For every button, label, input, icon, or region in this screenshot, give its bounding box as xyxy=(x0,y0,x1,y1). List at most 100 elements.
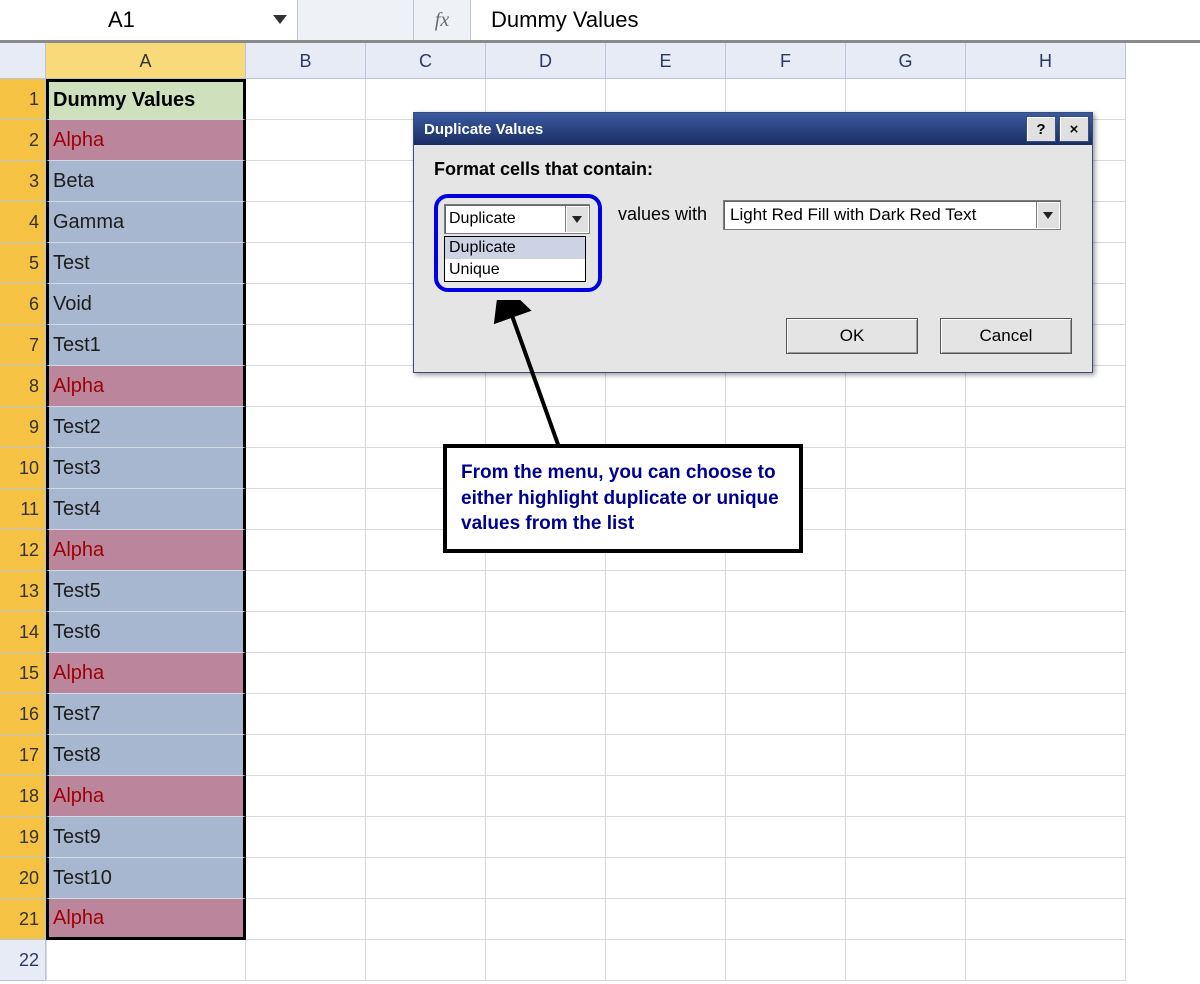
cell-C14[interactable] xyxy=(366,612,486,653)
column-header-D[interactable]: D xyxy=(486,43,606,79)
row-header-6[interactable]: 6 xyxy=(0,284,46,325)
row-header-8[interactable]: 8 xyxy=(0,366,46,407)
cell-B18[interactable] xyxy=(246,776,366,817)
row-header-22[interactable]: 22 xyxy=(0,940,46,981)
cell-B3[interactable] xyxy=(246,161,366,202)
column-header-B[interactable]: B xyxy=(246,43,366,79)
cell-B5[interactable] xyxy=(246,243,366,284)
row-header-16[interactable]: 16 xyxy=(0,694,46,735)
cell-E9[interactable] xyxy=(606,407,726,448)
cell-B2[interactable] xyxy=(246,120,366,161)
cell-C13[interactable] xyxy=(366,571,486,612)
column-header-F[interactable]: F xyxy=(726,43,846,79)
cell-A4[interactable]: Gamma xyxy=(46,202,246,243)
cell-H13[interactable] xyxy=(966,571,1126,612)
cell-F22[interactable] xyxy=(726,940,846,981)
cell-B10[interactable] xyxy=(246,448,366,489)
cell-A10[interactable]: Test3 xyxy=(46,448,246,489)
cell-A21[interactable]: Alpha xyxy=(46,899,246,940)
column-header-E[interactable]: E xyxy=(606,43,726,79)
cell-H17[interactable] xyxy=(966,735,1126,776)
row-header-19[interactable]: 19 xyxy=(0,817,46,858)
cell-B21[interactable] xyxy=(246,899,366,940)
cell-B1[interactable] xyxy=(246,79,366,120)
ok-button[interactable]: OK xyxy=(786,318,918,354)
cell-C16[interactable] xyxy=(366,694,486,735)
cell-A3[interactable]: Beta xyxy=(46,161,246,202)
cell-B8[interactable] xyxy=(246,366,366,407)
cell-A5[interactable]: Test xyxy=(46,243,246,284)
cell-D19[interactable] xyxy=(486,817,606,858)
cell-F19[interactable] xyxy=(726,817,846,858)
cell-H16[interactable] xyxy=(966,694,1126,735)
cell-B14[interactable] xyxy=(246,612,366,653)
row-header-11[interactable]: 11 xyxy=(0,489,46,530)
cell-H22[interactable] xyxy=(966,940,1126,981)
cell-D18[interactable] xyxy=(486,776,606,817)
cell-B15[interactable] xyxy=(246,653,366,694)
cell-B9[interactable] xyxy=(246,407,366,448)
cell-C21[interactable] xyxy=(366,899,486,940)
column-header-C[interactable]: C xyxy=(366,43,486,79)
dropdown-button-icon[interactable] xyxy=(565,206,588,232)
cell-A15[interactable]: Alpha xyxy=(46,653,246,694)
cell-B4[interactable] xyxy=(246,202,366,243)
cell-A12[interactable]: Alpha xyxy=(46,530,246,571)
cell-E22[interactable] xyxy=(606,940,726,981)
cell-B13[interactable] xyxy=(246,571,366,612)
cell-H9[interactable] xyxy=(966,407,1126,448)
cell-E20[interactable] xyxy=(606,858,726,899)
cell-D20[interactable] xyxy=(486,858,606,899)
cell-E17[interactable] xyxy=(606,735,726,776)
cell-D21[interactable] xyxy=(486,899,606,940)
row-header-20[interactable]: 20 xyxy=(0,858,46,899)
cell-B12[interactable] xyxy=(246,530,366,571)
fx-icon[interactable]: fx xyxy=(414,0,471,40)
cell-E14[interactable] xyxy=(606,612,726,653)
row-header-2[interactable]: 2 xyxy=(0,120,46,161)
cell-A8[interactable]: Alpha xyxy=(46,366,246,407)
cell-G16[interactable] xyxy=(846,694,966,735)
cell-F14[interactable] xyxy=(726,612,846,653)
cell-D9[interactable] xyxy=(486,407,606,448)
cell-A13[interactable]: Test5 xyxy=(46,571,246,612)
cell-F17[interactable] xyxy=(726,735,846,776)
row-header-15[interactable]: 15 xyxy=(0,653,46,694)
cell-A16[interactable]: Test7 xyxy=(46,694,246,735)
cell-A11[interactable]: Test4 xyxy=(46,489,246,530)
row-header-18[interactable]: 18 xyxy=(0,776,46,817)
cell-H15[interactable] xyxy=(966,653,1126,694)
cell-H20[interactable] xyxy=(966,858,1126,899)
cell-D16[interactable] xyxy=(486,694,606,735)
cell-A7[interactable]: Test1 xyxy=(46,325,246,366)
cell-B11[interactable] xyxy=(246,489,366,530)
cell-F9[interactable] xyxy=(726,407,846,448)
dialog-titlebar[interactable]: Duplicate Values ? × xyxy=(414,113,1092,145)
name-box[interactable]: A1 xyxy=(0,0,298,40)
cell-H14[interactable] xyxy=(966,612,1126,653)
condition-option-unique[interactable]: Unique xyxy=(445,259,585,281)
cell-G22[interactable] xyxy=(846,940,966,981)
cell-E18[interactable] xyxy=(606,776,726,817)
formula-input[interactable]: Dummy Values xyxy=(471,0,1200,40)
column-header-G[interactable]: G xyxy=(846,43,966,79)
help-button[interactable]: ? xyxy=(1026,116,1056,142)
cell-G18[interactable] xyxy=(846,776,966,817)
condition-dropdown-list[interactable]: DuplicateUnique xyxy=(444,236,586,282)
cell-D22[interactable] xyxy=(486,940,606,981)
cell-D14[interactable] xyxy=(486,612,606,653)
cell-D15[interactable] xyxy=(486,653,606,694)
cell-C9[interactable] xyxy=(366,407,486,448)
cell-C15[interactable] xyxy=(366,653,486,694)
row-header-12[interactable]: 12 xyxy=(0,530,46,571)
cell-F21[interactable] xyxy=(726,899,846,940)
cell-D17[interactable] xyxy=(486,735,606,776)
cell-G17[interactable] xyxy=(846,735,966,776)
format-dropdown[interactable]: Light Red Fill with Dark Red Text xyxy=(723,200,1061,230)
column-header-A[interactable]: A xyxy=(46,43,246,79)
cell-A17[interactable]: Test8 xyxy=(46,735,246,776)
row-header-21[interactable]: 21 xyxy=(0,899,46,940)
cell-E19[interactable] xyxy=(606,817,726,858)
row-header-13[interactable]: 13 xyxy=(0,571,46,612)
row-header-17[interactable]: 17 xyxy=(0,735,46,776)
